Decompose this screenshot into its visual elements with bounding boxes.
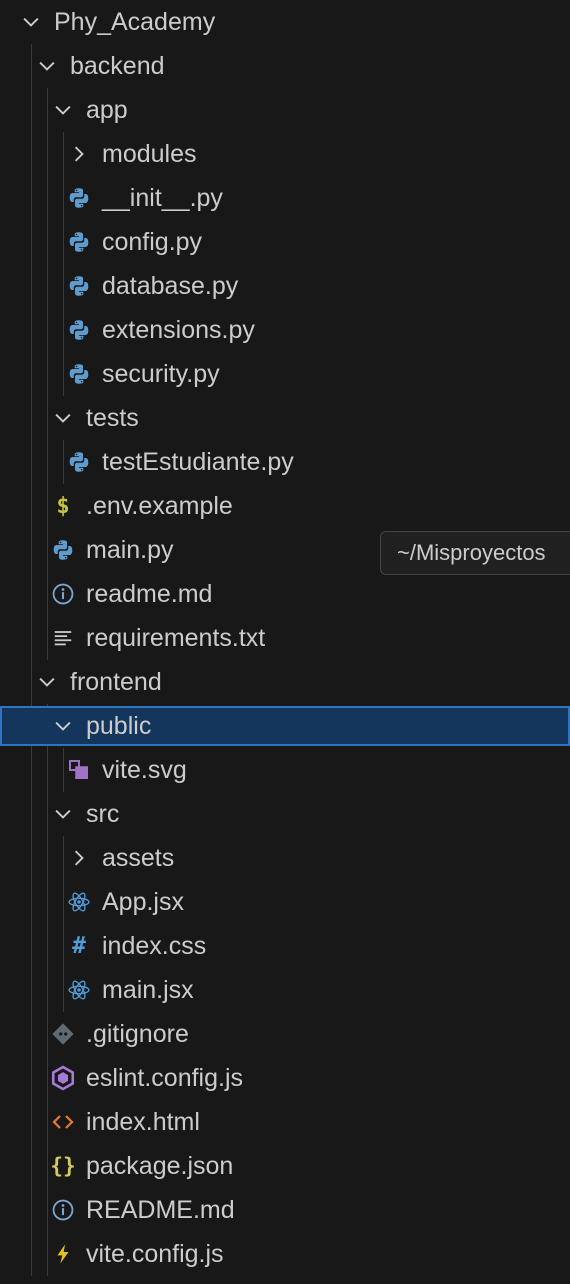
info-icon [50,1188,76,1232]
python-icon [66,352,92,396]
python-icon [66,220,92,264]
tree-item-label: Phy_Academy [54,8,216,36]
lightning-icon [50,1232,76,1276]
tree-item-label: database.py [102,272,239,300]
tree-item-label: main.jsx [102,976,194,1004]
info-icon [50,572,76,616]
tree-item-frontend[interactable]: frontend [0,660,570,704]
tree-item-label: assets [102,844,175,872]
hash-icon: # [72,933,86,959]
tree-item-vite-svg[interactable]: vite.svg [0,748,570,792]
tree-item-label: app [86,96,128,124]
react-icon [66,880,92,924]
tree-item-index-css[interactable]: # index.css [0,924,570,968]
tree-item-label: modules [102,140,197,168]
tree-item-label: public [86,712,152,740]
tree-item-config-py[interactable]: config.py [0,220,570,264]
tree-item-security-py[interactable]: security.py [0,352,570,396]
path-tooltip: ~/Misproyectos [380,531,570,575]
svg-file-icon [66,748,92,792]
tree-item-label: main.py [86,536,174,564]
tree-item-extensions-py[interactable]: extensions.py [0,308,570,352]
tree-item-eslint-config-js[interactable]: eslint.config.js [0,1056,570,1100]
tree-item-label: config.py [102,228,203,256]
text-lines-icon [50,616,76,660]
python-icon [66,176,92,220]
braces-icon: {} [50,1154,76,1178]
git-icon [50,1012,76,1056]
tree-item-label: readme.md [86,580,213,608]
tree-item-index-html[interactable]: index.html [0,1100,570,1144]
tree-item-package-json[interactable]: {} package.json [0,1144,570,1188]
chevron-down-icon[interactable] [18,0,44,44]
tree-item-modules[interactable]: modules [0,132,570,176]
tree-item-label: .env.example [86,492,233,520]
tree-item-assets[interactable]: assets [0,836,570,880]
tree-item-tests[interactable]: tests [0,396,570,440]
tree-item-testestudiante-py[interactable]: testEstudiante.py [0,440,570,484]
tree-item-readme-md[interactable]: README.md [0,1188,570,1232]
tree-item-src[interactable]: src [0,792,570,836]
tree-item-label: extensions.py [102,316,255,344]
tree-item-vite-config-js[interactable]: vite.config.js [0,1232,570,1276]
chevron-down-icon[interactable] [50,396,76,440]
tree-item-label: security.py [102,360,220,388]
tree-item-label: __init__.py [102,184,223,212]
react-icon [66,968,92,1012]
python-icon [66,264,92,308]
tree-item-label: package.json [86,1152,234,1180]
tree-item-backend[interactable]: backend [0,44,570,88]
chevron-down-icon[interactable] [50,88,76,132]
chevron-right-icon[interactable] [66,836,92,880]
tree-item-gitignore[interactable]: .gitignore [0,1012,570,1056]
chevron-right-icon[interactable] [66,132,92,176]
tree-item-label: index.html [86,1108,200,1136]
chevron-down-icon[interactable] [34,44,60,88]
python-icon [66,308,92,352]
tree-item-readme-md[interactable]: readme.md [0,572,570,616]
tree-item-main-jsx[interactable]: main.jsx [0,968,570,1012]
tree-item-label: src [86,800,120,828]
tree-item-public[interactable]: public [0,706,570,746]
python-icon [66,440,92,484]
eslint-icon [50,1056,76,1100]
tree-item-label: frontend [70,668,162,696]
chevron-down-icon[interactable] [50,706,76,746]
tree-item-label: App.jsx [102,888,184,916]
tree-item-label: index.css [102,932,207,960]
tree-item-label: vite.config.js [86,1240,224,1268]
tree-item-app-jsx[interactable]: App.jsx [0,880,570,924]
tree-item-label: vite.svg [102,756,187,784]
chevron-down-icon[interactable] [50,792,76,836]
tree-item-label: backend [70,52,165,80]
tree-item-label: testEstudiante.py [102,448,294,476]
code-brackets-icon [50,1100,76,1144]
tree-item-phy-academy[interactable]: Phy_Academy [0,0,570,44]
dollar-icon: $ [56,493,70,519]
python-icon [50,528,76,572]
tree-item-label: README.md [86,1196,235,1224]
tooltip-text: ~/Misproyectos [397,540,546,565]
file-explorer: Phy_Academybackend app modules __init__.pyc… [0,0,570,1284]
tree-item-app[interactable]: app [0,88,570,132]
tree-item-label: requirements.txt [86,624,266,652]
tree-item-label: .gitignore [86,1020,189,1048]
chevron-down-icon[interactable] [34,660,60,704]
tree-item-label: eslint.config.js [86,1064,244,1092]
tree-item-env-example[interactable]: $ .env.example [0,484,570,528]
tree-item-requirements-txt[interactable]: requirements.txt [0,616,570,660]
tree-item-database-py[interactable]: database.py [0,264,570,308]
tree-item-init-py[interactable]: __init__.py [0,176,570,220]
tree-item-label: tests [86,404,139,432]
